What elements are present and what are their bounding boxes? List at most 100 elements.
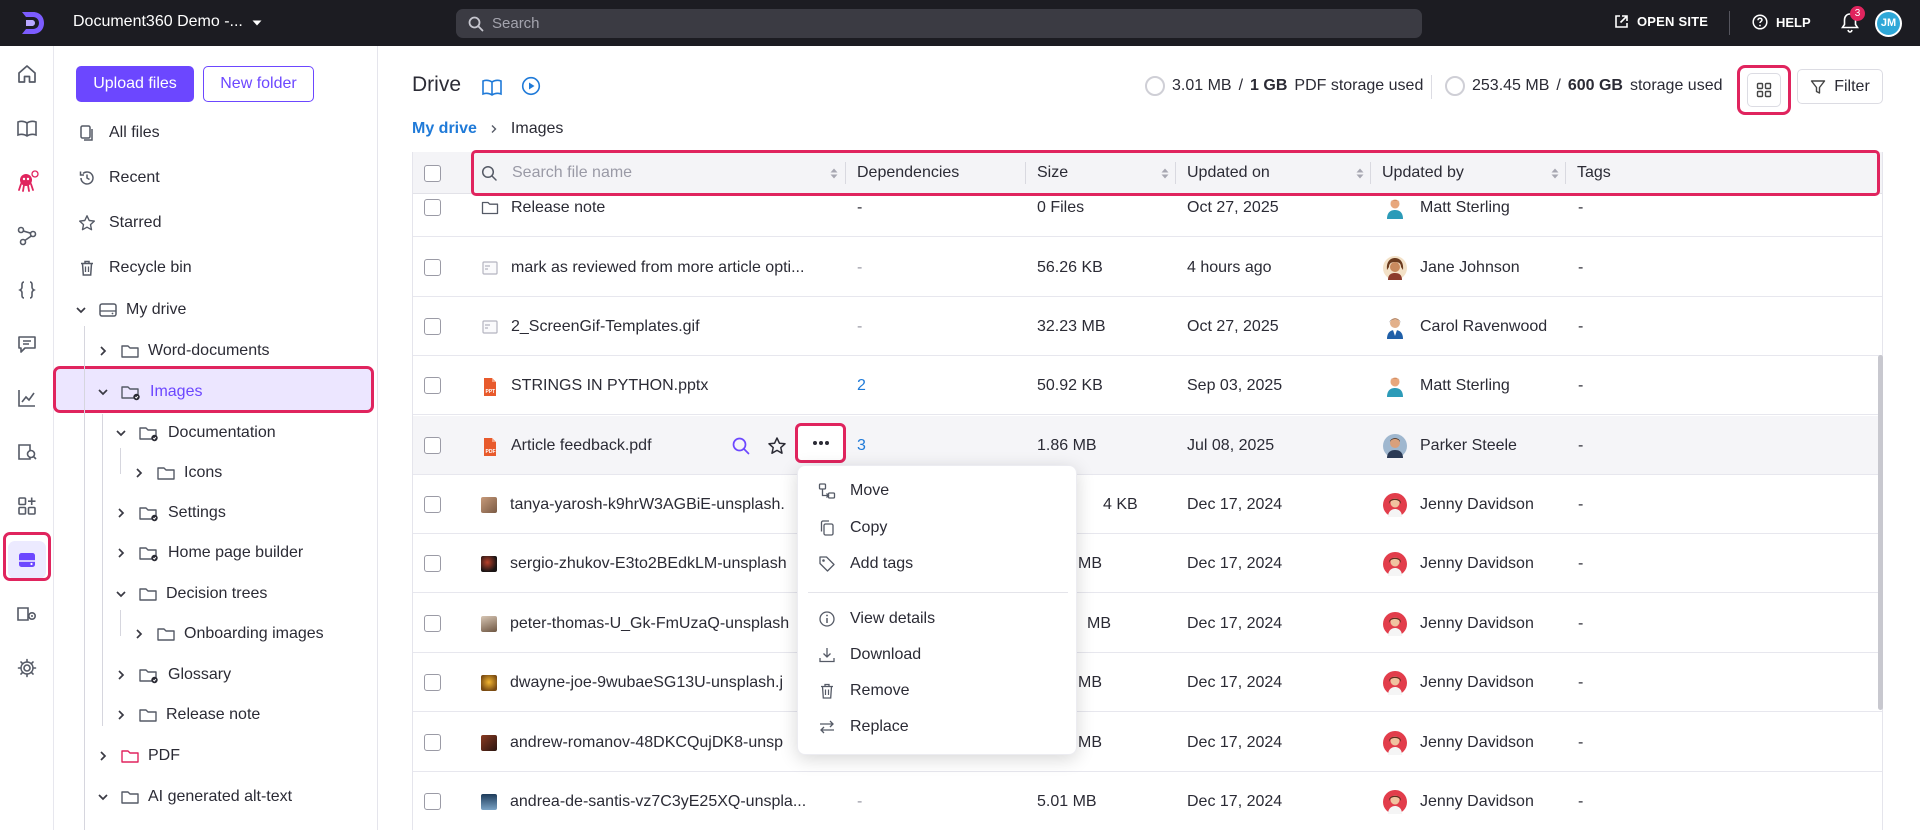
table-row[interactable]: mark as reviewed from more article opti.… [413,238,1882,297]
nav-all-files[interactable]: All files [78,120,160,146]
row-checkbox-cell[interactable] [424,475,441,534]
row-checkbox[interactable] [424,674,441,691]
table-row[interactable]: andrew-romanov-48DKCQujDK8-unsp MB Dec 1… [413,713,1882,772]
tree-item-release-note[interactable]: Release note [114,702,260,728]
chevron-down-icon[interactable] [96,385,110,399]
nav-starred[interactable]: Starred [78,210,161,236]
help-button[interactable]: HELP [1752,14,1811,30]
filter-button[interactable]: Filter [1797,69,1883,104]
row-checkbox[interactable] [424,496,441,513]
book-open-icon[interactable] [481,77,503,97]
chevron-down-icon[interactable] [114,426,128,440]
grid-view-inner[interactable] [1747,73,1781,107]
tree-item-settings[interactable]: Settings [114,500,226,526]
row-checkbox-cell[interactable] [424,356,441,415]
table-row[interactable]: andrea-de-santis-vz7C3yE25XQ-unspla... -… [413,772,1882,830]
file-name-cell[interactable]: 2_ScreenGif-Templates.gif [481,297,821,356]
rail-home[interactable] [8,55,46,93]
menu-item-remove[interactable]: Remove [818,676,910,706]
file-name-cell[interactable]: PDF Article feedback.pdf [481,416,721,475]
chevron-right-icon[interactable] [132,466,146,480]
project-chevron-down-icon[interactable] [251,17,263,29]
nav-recycle-bin[interactable]: Recycle bin [78,255,192,281]
file-name-cell[interactable]: andrea-de-santis-vz7C3yE25XQ-unspla... [481,772,821,830]
file-name-cell[interactable]: PPT STRINGS IN PYTHON.pptx [481,356,821,415]
row-checkbox[interactable] [424,734,441,751]
row-checkbox-cell[interactable] [424,713,441,772]
menu-item-move[interactable]: Move [818,476,889,506]
new-folder-button[interactable]: New folder [203,66,314,102]
file-name-cell[interactable]: dwayne-joe-9wubaeSG13U-unsplash.j [481,653,821,712]
rail-eddy-ai[interactable] [8,163,46,201]
row-checkbox-cell[interactable] [424,238,441,297]
row-checkbox-cell[interactable] [424,416,441,475]
dependencies-link[interactable]: 2 [857,356,866,415]
tree-item-ai-generated-alt-text[interactable]: AI generated alt-text [96,784,292,810]
select-all-checkbox[interactable] [424,164,441,182]
row-checkbox[interactable] [424,793,441,810]
table-row[interactable]: dwayne-joe-9wubaeSG13U-unsplash.j MB Dec… [413,653,1882,712]
row-checkbox[interactable] [424,259,441,276]
file-name-cell[interactable]: sergio-zhukov-E3to2BEdkLM-unsplash [481,534,821,593]
row-checkbox[interactable] [424,199,441,216]
upload-files-button[interactable]: Upload files [76,66,194,102]
chevron-down-icon[interactable] [74,303,88,317]
tree-item-decision-trees[interactable]: Decision trees [114,581,267,607]
row-checkbox[interactable] [424,377,441,394]
menu-item-replace[interactable]: Replace [818,712,909,742]
table-row[interactable]: tanya-yarosh-k9hrW3AGBiE-unsplash. 4 KB … [413,475,1882,534]
more-actions-button[interactable] [795,423,846,463]
row-checkbox[interactable] [424,318,441,335]
tree-item-onboarding-images[interactable]: Onboarding images [132,621,324,647]
tree-item-images[interactable]: Images [96,379,202,405]
tree-item-pdf[interactable]: PDF [96,743,180,769]
menu-item-download[interactable]: Download [818,640,921,670]
search-icon[interactable] [731,436,751,456]
rail-workflow[interactable] [8,217,46,255]
row-checkbox-cell[interactable] [424,594,441,653]
chevron-right-icon[interactable] [114,668,128,682]
file-name-cell[interactable]: andrew-romanov-48DKCQujDK8-unsp [481,713,821,772]
menu-item-add-tags[interactable]: Add tags [818,549,913,579]
file-name-cell[interactable]: tanya-yarosh-k9hrW3AGBiE-unsplash. [481,475,821,534]
row-checkbox-cell[interactable] [424,534,441,593]
chevron-right-icon[interactable] [96,344,110,358]
rail-widgets[interactable] [8,487,46,525]
chevron-right-icon[interactable] [114,506,128,520]
nav-recent[interactable]: Recent [78,165,160,191]
row-checkbox[interactable] [424,555,441,572]
rail-analytics[interactable] [8,379,46,417]
table-row[interactable]: peter-thomas-U_Gk-FmUzaQ-unsplash MB Dec… [413,594,1882,653]
table-row[interactable]: 2_ScreenGif-Templates.gif - 32.23 MB Oct… [413,297,1882,356]
table-row[interactable]: PPT STRINGS IN PYTHON.pptx 2 50.92 KB Se… [413,356,1882,415]
file-name-cell[interactable]: mark as reviewed from more article opti.… [481,238,821,297]
chevron-right-icon[interactable] [132,627,146,641]
table-row[interactable]: sergio-zhukov-E3to2BEdkLM-unsplash MB De… [413,534,1882,593]
tree-item-documentation[interactable]: Documentation [114,420,276,446]
menu-item-copy[interactable]: Copy [818,513,887,543]
tree-item-word-documents[interactable]: Word-documents [96,338,270,364]
chevron-right-icon[interactable] [114,708,128,722]
grid-view-button[interactable] [1737,65,1791,115]
star-icon[interactable] [767,436,787,456]
tree-item-glossary[interactable]: Glossary [114,662,231,688]
global-search-input[interactable] [492,9,1392,38]
chevron-right-icon[interactable] [96,749,110,763]
chevron-down-icon[interactable] [96,790,110,804]
select-all-cell[interactable] [424,152,441,194]
tree-item-my-drive[interactable]: My drive [74,297,186,323]
file-name-cell[interactable]: peter-thomas-U_Gk-FmUzaQ-unsplash [481,594,821,653]
project-name[interactable]: Document360 Demo -... [73,13,243,31]
play-circle-icon[interactable] [521,76,541,96]
row-checkbox[interactable] [424,437,441,454]
tree-item-home-page-builder[interactable]: Home page builder [114,540,303,566]
chevron-down-icon[interactable] [114,587,128,601]
rail-knowledge-base[interactable] [8,433,46,471]
row-checkbox-cell[interactable] [424,297,441,356]
rail-settings[interactable] [8,649,46,687]
menu-item-view-details[interactable]: View details [818,604,935,634]
breadcrumb-my-drive[interactable]: My drive [412,120,477,138]
chevron-right-icon[interactable] [114,546,128,560]
tree-item-icons[interactable]: Icons [132,460,222,486]
table-row[interactable]: PDF Article feedback.pdf 3 1.86 MB Jul 0… [413,416,1882,475]
